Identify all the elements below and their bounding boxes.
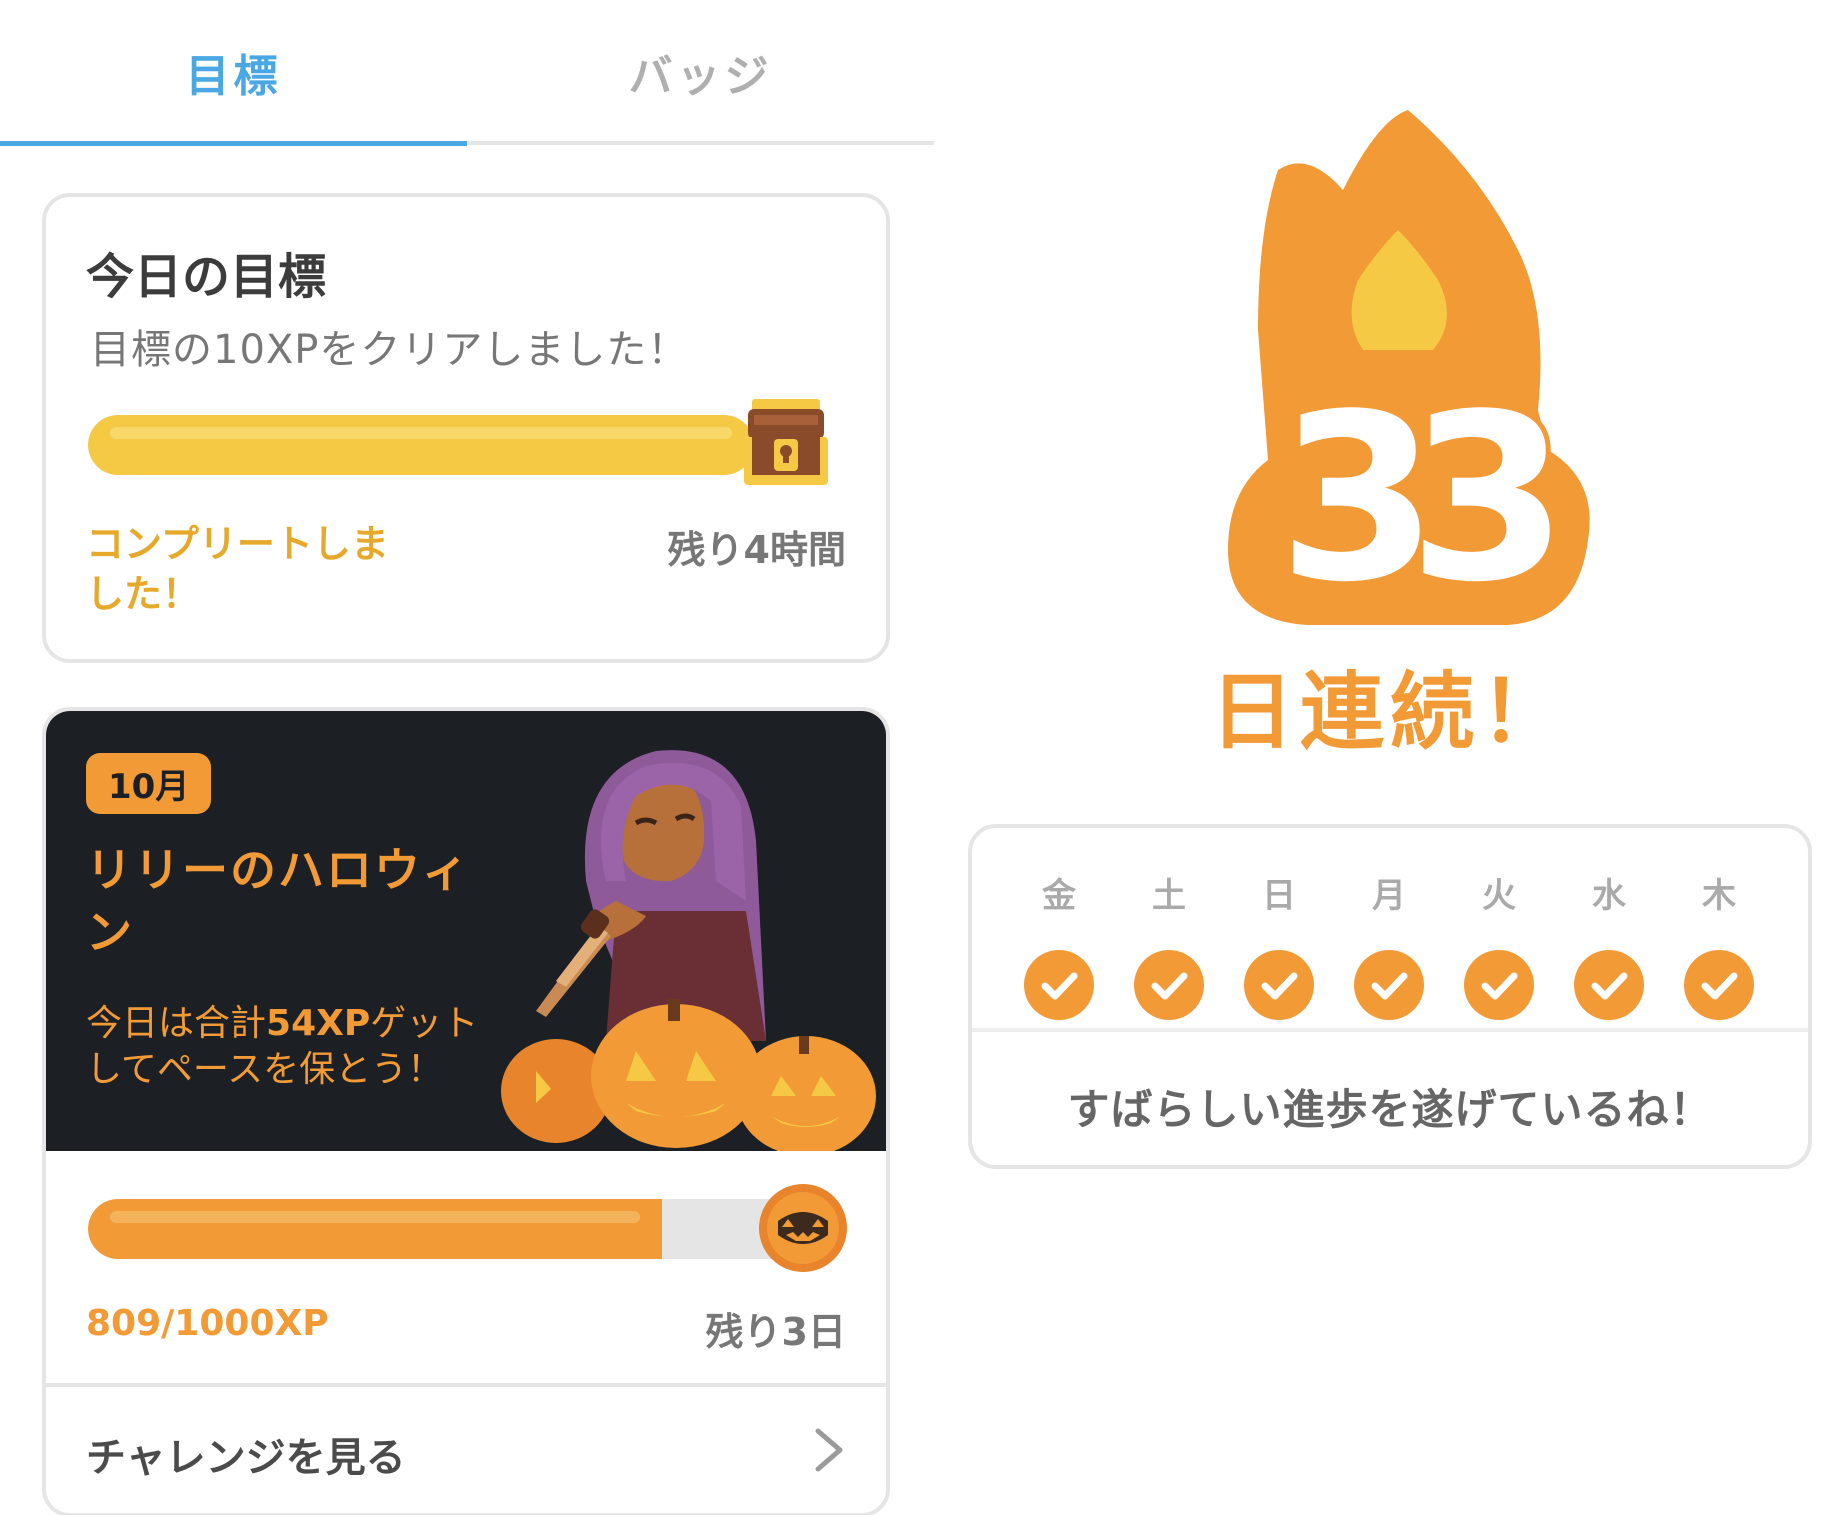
view-challenge-label: チャレンジを見る <box>86 1435 406 1481</box>
daily-goal-title: 今日の目標 <box>86 249 327 305</box>
streak-message: すばらしい進歩を遂げているね！ <box>1067 1085 1713 1134</box>
weekday-item: 木 <box>1684 868 1754 1024</box>
weekday-item: 金 <box>1024 868 1094 1024</box>
jack-o-lantern-coin-icon <box>759 1184 847 1272</box>
streak-label: 日連続！ <box>1209 663 1570 761</box>
card-divider <box>972 1028 1808 1032</box>
challenge-time-remaining: 残り3日 <box>705 1310 846 1354</box>
weekday-item: 火 <box>1464 868 1534 1024</box>
treasure-chest-icon <box>744 399 828 485</box>
weekday-item: 日 <box>1244 868 1314 1024</box>
lily-halloween-illustration <box>501 750 876 1151</box>
view-challenge-link[interactable]: チャレンジを見る <box>46 1387 886 1513</box>
weekday-label: 木 <box>1702 876 1736 916</box>
challenge-progress-text: 809/1000XP <box>86 1303 329 1344</box>
daily-goal-status: コンプリートしました！ <box>86 522 389 616</box>
check-circle-icon <box>1244 950 1314 1020</box>
weekday-label: 火 <box>1482 876 1516 916</box>
challenge-title: リリーのハロウィン <box>86 843 470 959</box>
challenge-progress-fill <box>88 1199 663 1259</box>
tab-goals[interactable]: 目標 <box>0 40 467 104</box>
challenge-progress-bar <box>88 1199 798 1259</box>
check-circle-icon <box>1024 950 1094 1020</box>
streak-count: 33 <box>1278 366 1550 633</box>
weekday-row: 金 土 日 月 火 水 木 <box>972 868 1808 1038</box>
challenge-banner: 10月 リリーのハロウィン 今日は合計54XPゲットしてペースを保とう！ <box>46 711 886 1151</box>
tab-bar: 目標 バッジ <box>0 0 934 148</box>
tab-active-indicator <box>0 141 467 146</box>
daily-goal-subtitle: 目標の10XPをクリアしました！ <box>90 327 689 373</box>
challenge-description: 今日は合計54XPゲットしてペースを保とう！ <box>86 1003 479 1090</box>
tab-badges[interactable]: バッジ <box>467 40 934 104</box>
weekday-label: 水 <box>1592 876 1626 916</box>
chevron-right-icon <box>815 1428 843 1472</box>
monthly-challenge-card: 10月 リリーのハロウィン 今日は合計54XPゲットしてペースを保とう！ 809… <box>42 707 890 1515</box>
check-circle-icon <box>1574 950 1644 1020</box>
weekday-label: 土 <box>1152 876 1186 916</box>
daily-goal-progress-fill <box>88 415 754 475</box>
check-circle-icon <box>1684 950 1754 1020</box>
streak-flame-icon: 33 <box>1228 110 1590 638</box>
weekday-item: 土 <box>1134 868 1204 1024</box>
check-circle-icon <box>1354 950 1424 1020</box>
daily-goal-progress-bar <box>88 415 754 475</box>
challenge-xp-target: 54XP <box>266 1003 371 1044</box>
weekly-streak-card: 金 土 日 月 火 水 木 すばらしい進歩を遂げているね！ <box>968 824 1812 1169</box>
weekday-label: 月 <box>1372 876 1406 916</box>
check-circle-icon <box>1134 950 1204 1020</box>
month-badge: 10月 <box>86 753 212 814</box>
check-circle-icon <box>1464 950 1534 1020</box>
weekday-item: 月 <box>1354 868 1424 1024</box>
weekday-label: 日 <box>1262 876 1296 916</box>
daily-goal-time-remaining: 残り4時間 <box>667 528 846 572</box>
weekday-item: 水 <box>1574 868 1644 1024</box>
weekday-label: 金 <box>1042 876 1076 916</box>
daily-goal-card: 今日の目標 目標の10XPをクリアしました！ コンプリートしました！ 残り4時間 <box>42 193 890 663</box>
